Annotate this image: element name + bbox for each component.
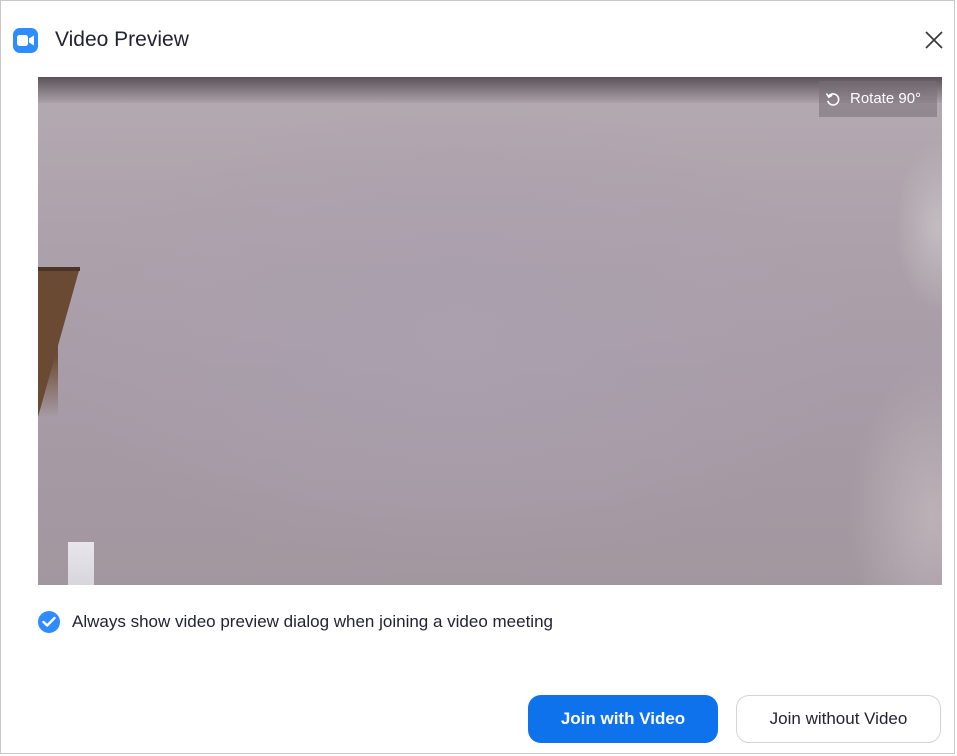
preview-door-edge	[38, 267, 80, 271]
rotate-label: Rotate 90°	[850, 90, 922, 107]
close-button[interactable]	[919, 25, 949, 55]
rotate-icon	[825, 93, 840, 106]
preview-ceiling	[38, 77, 942, 103]
title-bar: Video Preview	[1, 1, 954, 77]
camera-preview: Rotate 90°	[38, 77, 942, 585]
always-show-preview-label[interactable]: Always show video preview dialog when jo…	[72, 611, 553, 633]
close-icon	[925, 31, 943, 49]
dialog-title: Video Preview	[55, 28, 189, 51]
preview-door-frame	[38, 267, 80, 417]
checkmark-icon	[42, 616, 56, 627]
rotate-90-button[interactable]: Rotate 90°	[819, 81, 937, 117]
preview-lamp	[68, 542, 94, 585]
join-without-video-button[interactable]: Join without Video	[736, 695, 941, 743]
video-preview-dialog: Video Preview Rotate 90° Always show vid…	[0, 0, 955, 754]
zoom-video-icon	[13, 28, 38, 53]
join-with-video-button[interactable]: Join with Video	[528, 695, 718, 743]
always-show-preview-checkbox[interactable]	[38, 611, 60, 633]
